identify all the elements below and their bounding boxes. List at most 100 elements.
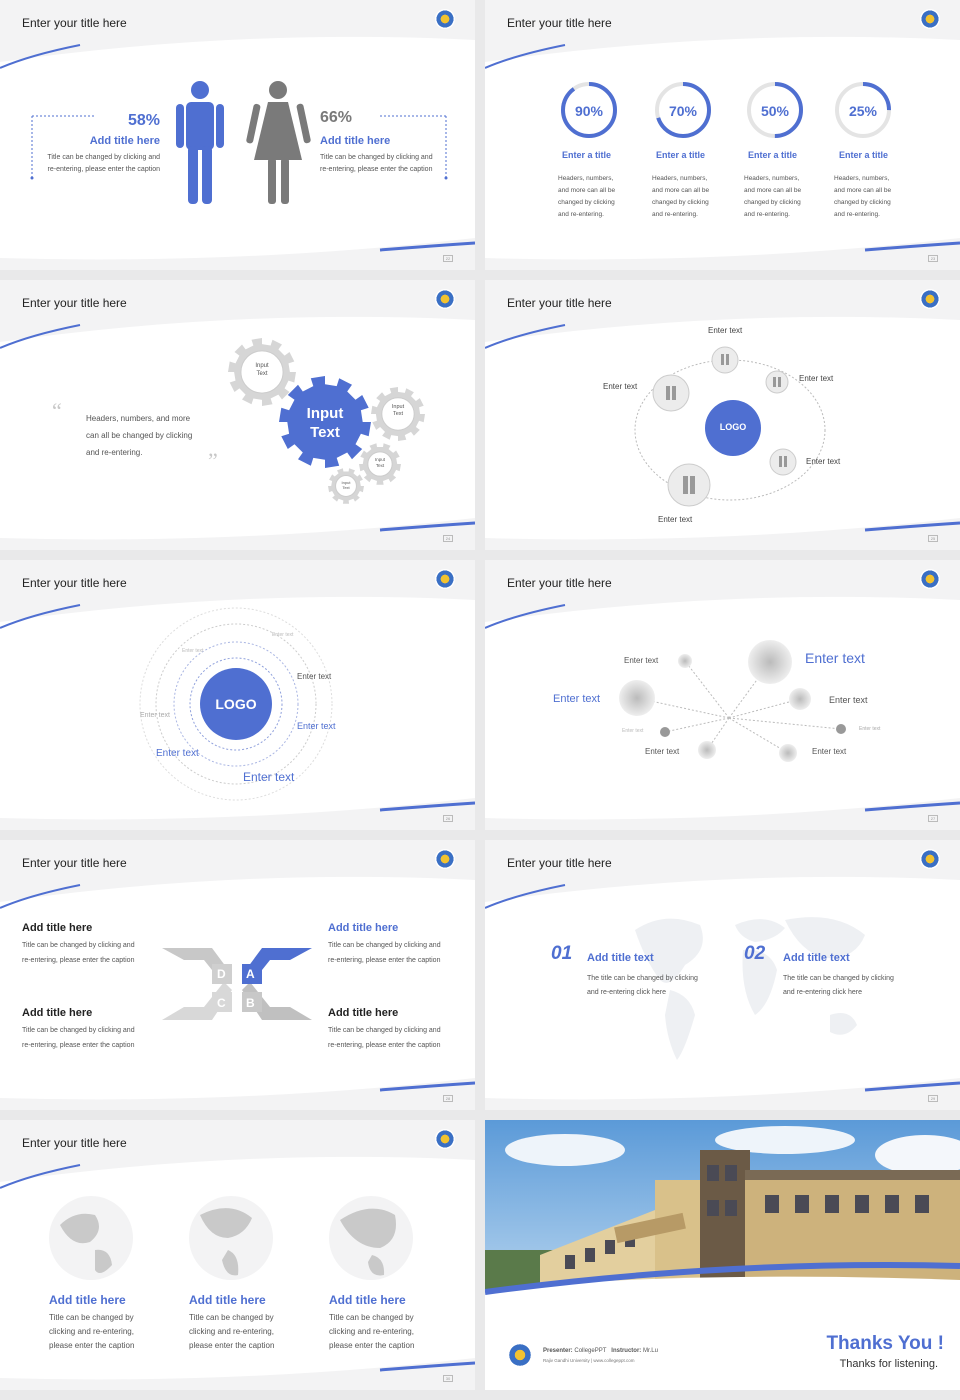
logo-text: LOGO [719,422,747,432]
slide-22[interactable]: Enter your title here 58% Add title here… [0,0,475,270]
closing-slide[interactable]: Presenter: CollegePPT Instructor: Mr.Lu … [485,1120,960,1390]
item-line: changed by clicking [834,199,891,206]
gear-c-label: Input Text [368,457,392,469]
thanks-heading: Thanks You ! [826,1333,944,1354]
node-label: Enter text [812,747,847,756]
instructor-label: Instructor: [611,1348,642,1354]
ring-label: Enter text [140,712,170,719]
thanks-subtitle: Thanks for listening. [839,1358,938,1370]
campus-building-photo [485,1120,960,1310]
slide-27[interactable]: Enter your title here Enter text Enter t… [485,560,960,830]
item-line: Title can be changed by [329,1313,414,1322]
item-line: and re-entering click here [587,989,666,996]
right-body-1: Title can be changed by clicking and [320,154,433,161]
left-percent: 58% [127,112,160,129]
slide-30[interactable]: Enter your title here Add title here Tit… [0,1120,475,1390]
item-line: and re-entering click here [783,989,862,996]
slide-29[interactable]: Enter your title here 01 Add title text … [485,840,960,1110]
item-line: changed by clicking [558,199,615,206]
gear-big-label: Input Text [292,404,358,442]
slide-26[interactable]: Enter your title here LOGO Enter text En… [0,560,475,830]
slide-23[interactable]: Enter your title here 90% 70% 50% 25% En… [485,0,960,270]
item-title: Add title here [49,1293,126,1307]
item-line: clicking and re-entering, [329,1327,414,1336]
node-label: Enter text [829,695,868,705]
right-percent: 66% [320,109,353,126]
page-number: 22 [443,255,453,262]
item-body: Headers, numbers, and more can all be chan… [558,173,615,221]
item-title: Enter a title [562,150,612,160]
gear-line: Text [375,463,385,468]
item-line: The title can be changed by clicking [783,975,894,982]
gear-a-label: Input Text [242,362,282,378]
slide-25[interactable]: Enter your title here LOGO Enter text En… [485,280,960,550]
item-title: Enter a title [656,150,706,160]
letter-b: B [246,996,255,1010]
item-title: Enter a title [748,150,798,160]
ring-label: Enter text [243,770,295,784]
page-number: 28 [443,1095,453,1102]
item-line: and re-entering. [558,211,604,218]
item-line: and more can all be [652,187,710,194]
page-number: 24 [443,535,453,542]
presenter-name: CollegePPT [574,1348,607,1354]
item-body: Title can be changed by clicking and re-e… [189,1311,274,1353]
node-label: Enter text [806,457,841,466]
right-body-2: re-entering, please enter the caption [320,166,433,173]
item-line: Headers, numbers, [744,175,800,182]
page-number: 23 [928,255,938,262]
item-line: please enter the caption [329,1341,415,1350]
slide-28[interactable]: Enter your title here Add title here Tit… [0,840,475,1110]
university-emblem-icon [507,1342,533,1368]
node-label: Enter text [624,656,659,665]
ring-label: Enter text [297,721,336,731]
left-body-1: Title can be changed by clicking and [47,154,160,161]
node-label: Enter text [622,728,644,734]
item-line: Title can be changed by [49,1313,134,1322]
man-icon [176,81,224,204]
item-line: Headers, numbers, [558,175,614,182]
item-body: Title can be changed by clicking and re-e… [49,1311,134,1353]
item-title: Add title text [783,952,850,964]
globe-icon [49,1196,133,1280]
item-line: and re-entering. [744,211,790,218]
globe-icon [189,1196,273,1280]
item-line: Headers, numbers, [652,175,708,182]
slide-24[interactable]: Enter your title here “ ” Headers, numbe… [0,280,475,550]
globe-icon [329,1196,413,1280]
gear-line: Text [310,424,340,441]
gear-b-label: Input Text [381,404,415,418]
x-diagram [162,948,312,1020]
gear-line: Input [374,457,385,462]
node-label: Enter text [708,326,743,335]
item-line: Title can be changed by [189,1313,274,1322]
number-02: 02 [744,943,766,964]
ring-percent: 70% [668,103,698,119]
page-number: 25 [928,535,938,542]
ring-label: Enter text [272,632,294,638]
item-body: Headers, numbers, and more can all be chan… [834,173,891,221]
left-title: Add title here [89,135,160,147]
node-label: Enter text [859,726,881,732]
instructor-name: Mr.Lu [642,1348,658,1354]
woman-icon [246,81,311,204]
item-line: and more can all be [558,187,616,194]
page-number: 29 [928,1095,938,1102]
ring-label: Enter text [156,748,199,759]
item-line: please enter the caption [49,1341,135,1350]
node-label: Enter text [799,374,834,383]
gear-line: Input [391,404,405,410]
item-line: and re-entering. [652,211,698,218]
node-label: Enter text [658,515,693,524]
node-label: Enter text [805,650,865,666]
right-title: Add title here [320,135,391,147]
presenter-label: Presenter: [543,1348,573,1354]
item-line: Headers, numbers, [834,175,890,182]
ring-label: Enter text [297,672,332,681]
ring-percent: 50% [760,103,790,119]
item-title: Add title text [587,952,654,964]
ring-label: Enter text [182,648,204,654]
page-number: 26 [443,815,453,822]
item-line: and more can all be [744,187,802,194]
university-line: Rajiv Gandhi University | www.collegeppt… [543,1358,635,1363]
